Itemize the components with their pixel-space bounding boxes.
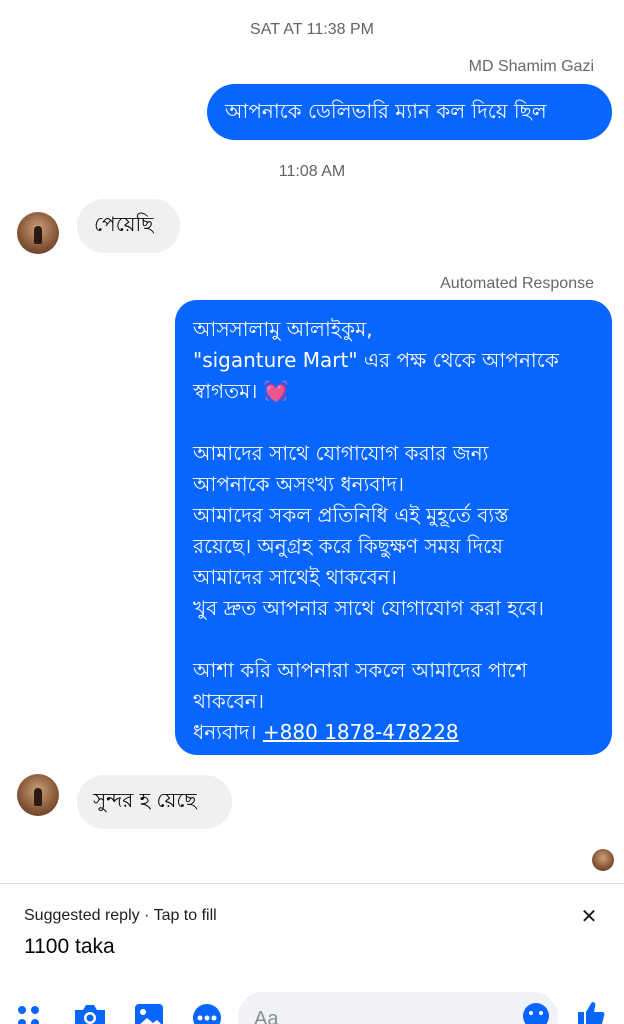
chat-screen: SAT AT 11:38 PM MD Shamim Gazi আপনাকে ডে… xyxy=(0,0,624,1024)
message-incoming-1[interactable]: পেয়েছি xyxy=(77,199,180,253)
auto-line: আমাদের সাথে যোগাযোগ করার জন্য xyxy=(193,441,489,465)
image-icon[interactable] xyxy=(133,998,165,1024)
auto-line-text: ধন্যবাদ। xyxy=(193,720,263,744)
auto-line: "siganture Mart" এর পক্ষ থেকে আপনাকে xyxy=(193,348,559,372)
more-icon[interactable] xyxy=(191,998,223,1024)
message-text: আপনাকে ডেলিভারি ম্যান কল দিয়ে ছিল xyxy=(225,99,547,123)
like-icon[interactable] xyxy=(574,998,608,1024)
divider xyxy=(0,883,624,884)
phone-link[interactable]: +880 1878-478228 xyxy=(263,720,459,744)
sender-name: MD Shamim Gazi xyxy=(468,58,594,75)
message-text: সুন্দর হ য়েছে xyxy=(93,788,197,812)
message-input[interactable]: Aa xyxy=(238,992,558,1024)
auto-line: রয়েছে। অনুগ্রহ করে কিছুক্ষণ সময় দিয়ে xyxy=(193,534,503,558)
camera-icon[interactable] xyxy=(72,998,108,1024)
auto-line: আসসালামু আলাইকুম, xyxy=(193,317,373,341)
auto-line: ধন্যবাদ। +880 1878-478228 xyxy=(193,717,602,748)
auto-line: আশা করি আপনারা সকলে আমাদের পাশে xyxy=(193,658,528,682)
automated-response-label: Automated Response xyxy=(440,275,594,292)
message-outgoing-1[interactable]: আপনাকে ডেলিভারি ম্যান কল দিয়ে ছিল xyxy=(207,84,612,140)
auto-line: আমাদের সাথেই থাকবেন। xyxy=(193,565,397,589)
message-text: পেয়েছি xyxy=(94,212,154,236)
auto-line: আমাদের সকল প্রতিনিধি এই মুহূর্তে ব্যস্ত xyxy=(193,503,509,527)
timestamp-morning: 11:08 AM xyxy=(278,163,346,180)
timestamp-sat: SAT AT 11:38 PM xyxy=(250,21,374,38)
close-icon[interactable]: ✕ xyxy=(578,905,600,927)
contact-avatar[interactable] xyxy=(17,774,59,816)
message-incoming-2[interactable]: সুন্দর হ য়েছে xyxy=(77,775,232,829)
message-input-placeholder: Aa xyxy=(254,1008,279,1024)
suggested-reply[interactable]: 1100 taka xyxy=(24,935,115,959)
seen-avatar xyxy=(592,849,614,871)
contact-avatar[interactable] xyxy=(17,212,59,254)
auto-line: স্বাগতম। 💓 xyxy=(193,376,602,407)
auto-line-text: স্বাগতম। xyxy=(193,379,264,403)
auto-line: থাকবেন। xyxy=(193,689,265,713)
auto-line: খুব দ্রুত আপনার সাথে যোগাযোগ করা হবে। xyxy=(193,596,545,620)
heart-icon: 💓 xyxy=(263,379,289,403)
emoji-icon[interactable] xyxy=(520,998,552,1024)
message-automated-response[interactable]: আসসালামু আলাইকুম, "siganture Mart" এর পক… xyxy=(175,300,612,755)
auto-line: আপনাকে অসংখ্য ধন্যবাদ। xyxy=(193,472,404,496)
apps-icon[interactable] xyxy=(16,998,46,1024)
suggested-reply-header: Suggested reply · Tap to fill xyxy=(24,907,217,924)
